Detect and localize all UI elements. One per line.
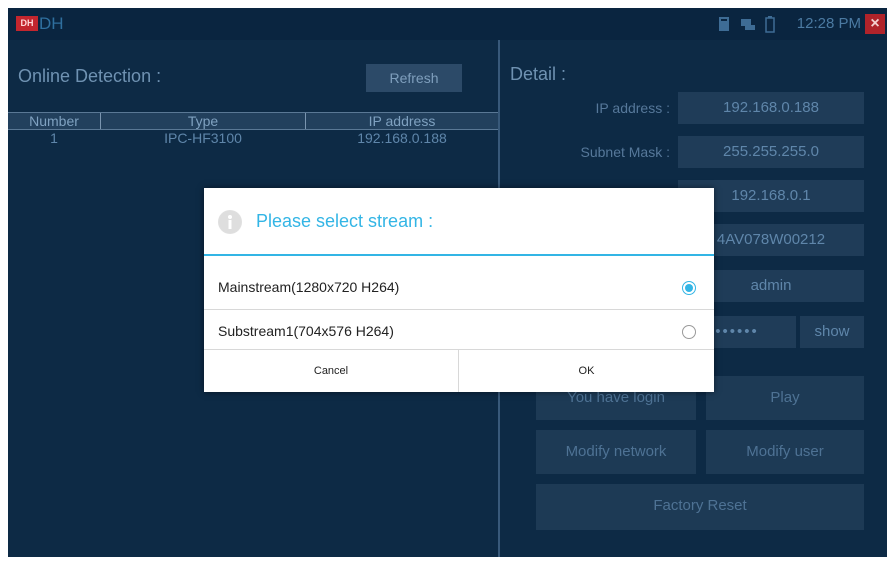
column-type: Type bbox=[187, 113, 219, 129]
subnet-mask-label: Subnet Mask : bbox=[580, 144, 671, 160]
modify-network-button[interactable]: Modify network bbox=[536, 430, 696, 474]
column-ip-address: IP address bbox=[368, 113, 436, 129]
modify-user-button[interactable]: Modify user bbox=[706, 430, 864, 474]
battery-icon bbox=[765, 16, 775, 33]
ip-address-label: IP address : bbox=[595, 100, 670, 116]
substream-radio[interactable] bbox=[682, 325, 696, 339]
status-bar: DH DH 12:28 PM × bbox=[8, 8, 887, 40]
column-number: Number bbox=[29, 113, 79, 129]
dialog-header: Please select stream : bbox=[204, 188, 714, 255]
online-detection-title: Online Detection : bbox=[18, 66, 162, 86]
row-type: IPC-HF3100 bbox=[164, 130, 242, 146]
factory-reset-button[interactable]: Factory Reset bbox=[536, 484, 864, 530]
device-table-header: Number Type IP address bbox=[8, 112, 498, 130]
ok-button[interactable]: OK bbox=[459, 350, 714, 392]
table-row[interactable]: 1 IPC-HF3100 192.168.0.188 bbox=[8, 129, 498, 149]
mainstream-option[interactable]: Mainstream(1280x720 H264) bbox=[204, 266, 714, 310]
option-label: Substream1(704x576 H264) bbox=[218, 323, 394, 339]
play-button[interactable]: Play bbox=[706, 376, 864, 420]
dialog-title-divider bbox=[204, 254, 714, 256]
sd-card-icon bbox=[719, 17, 729, 31]
dh-logo: DH bbox=[16, 16, 38, 31]
subnet-mask-field[interactable]: 255.255.255.0 bbox=[678, 136, 864, 168]
status-clock: 12:28 PM bbox=[796, 15, 861, 32]
info-icon bbox=[218, 210, 242, 234]
device-screen: DH DH 12:28 PM × Online Detection : Refr… bbox=[8, 8, 887, 557]
ethernet-icon bbox=[741, 19, 755, 30]
select-stream-dialog: Please select stream : Mainstream(1280x7… bbox=[204, 188, 714, 392]
cancel-button[interactable]: Cancel bbox=[204, 350, 458, 392]
refresh-button[interactable]: Refresh bbox=[366, 64, 462, 92]
show-password-button[interactable]: show bbox=[800, 316, 864, 348]
app-title: DH bbox=[39, 14, 64, 33]
ip-address-field[interactable]: 192.168.0.188 bbox=[678, 92, 864, 124]
row-number: 1 bbox=[50, 130, 58, 146]
option-label: Mainstream(1280x720 H264) bbox=[218, 279, 400, 295]
detail-title: Detail : bbox=[510, 64, 567, 84]
close-icon[interactable]: × bbox=[865, 14, 885, 34]
row-ip-address: 192.168.0.188 bbox=[357, 130, 447, 146]
mainstream-radio[interactable] bbox=[682, 281, 696, 295]
dialog-title: Please select stream : bbox=[256, 211, 434, 231]
substream-option[interactable]: Substream1(704x576 H264) bbox=[204, 310, 714, 354]
